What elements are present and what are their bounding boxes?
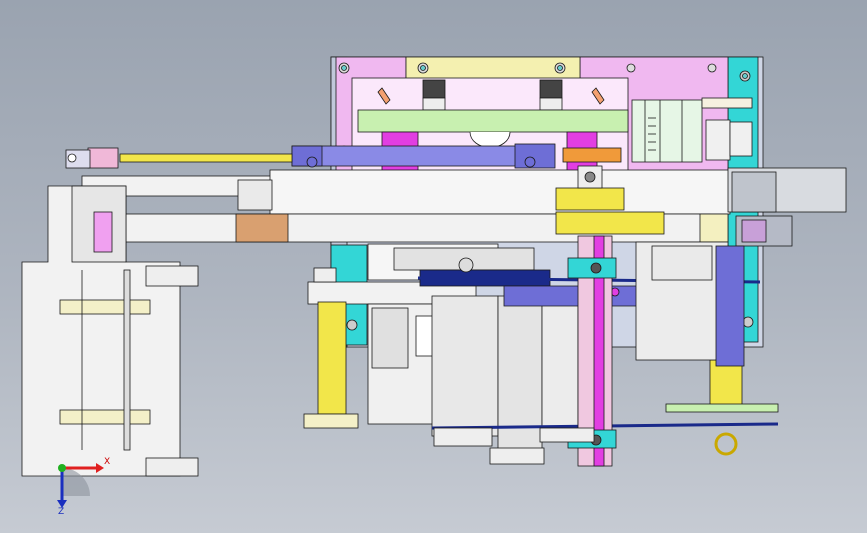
coordinate-triad — [57, 463, 104, 508]
cad-viewport[interactable]: X Z — [0, 0, 867, 533]
z-axis-label: Z — [58, 507, 65, 517]
x-axis-label: X — [104, 457, 111, 467]
